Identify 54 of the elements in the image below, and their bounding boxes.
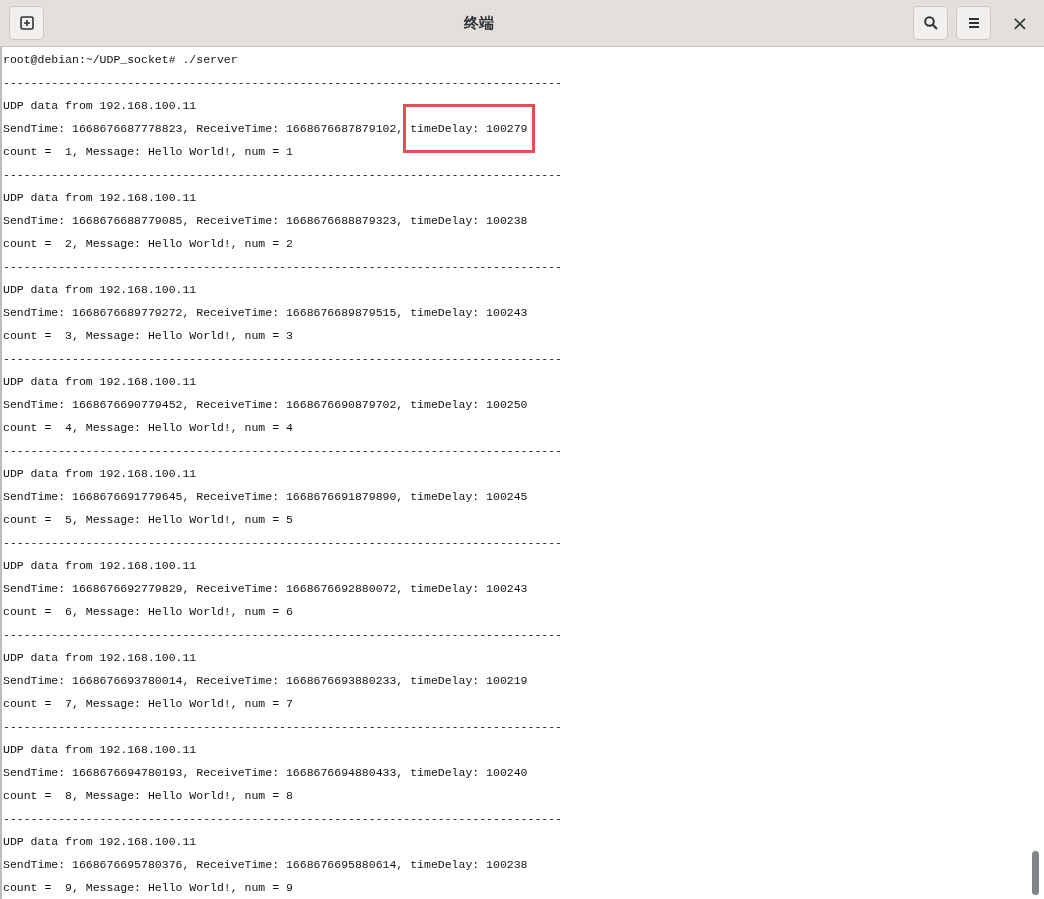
window-title: 终端 (462, 13, 495, 33)
separator-line: --------------------------------------------------------------------------------- (3, 811, 563, 827)
output-line: UDP data from 192.168.100.11 (3, 834, 198, 850)
output-line: timeDelay: 100243 (410, 582, 528, 595)
output-line: UDP data from 192.168.100.11 (3, 282, 198, 298)
output-line: SendTime: 1668676692779829, ReceiveTime: 1668676692880072, (3, 582, 405, 595)
output-line: timeDelay: 100240 (410, 766, 528, 779)
command-line: root@debian:~/UDP_socket# ./server (3, 52, 239, 68)
output-line: count = 6, Message: Hello World!, num = 6 (3, 604, 294, 620)
separator-line: --------------------------------------------------------------------------------- (3, 259, 563, 275)
output-line: SendTime: 1668676690779452, ReceiveTime: 1668676690879702, (3, 398, 405, 411)
separator-line: --------------------------------------------------------------------------------- (3, 75, 563, 91)
separator-line: --------------------------------------------------------------------------------- (3, 535, 563, 551)
scrollbar-thumb[interactable] (1032, 851, 1039, 895)
output-line: timeDelay: 100245 (410, 490, 528, 503)
output-line: UDP data from 192.168.100.11 (3, 742, 198, 758)
output-line: count = 9, Message: Hello World!, num = 9 (3, 880, 294, 896)
output-line: UDP data from 192.168.100.11 (3, 466, 198, 482)
output-line: UDP data from 192.168.100.11 (3, 98, 198, 114)
output-line: SendTime: 1668676694780193, ReceiveTime: 1668676694880433, (3, 766, 405, 779)
output-line: count = 8, Message: Hello World!, num = 8 (3, 788, 294, 804)
search-icon (922, 15, 939, 31)
output-line: timeDelay: 100250 (410, 398, 528, 411)
output-line: SendTime: 1668676687778823, ReceiveTime: 1668676687879102, (3, 122, 405, 135)
output-line: timeDelay: 100238 (410, 858, 528, 871)
plus-box-icon (18, 15, 35, 31)
output-line: SendTime: 1668676688779085, ReceiveTime: 1668676688879323, (3, 214, 405, 227)
output-line: count = 7, Message: Hello World!, num = 7 (3, 696, 294, 712)
output-line: SendTime: 1668676689779272, ReceiveTime: 1668676689879515, (3, 306, 405, 319)
separator-line: --------------------------------------------------------------------------------- (3, 167, 563, 183)
output-line: UDP data from 192.168.100.11 (3, 374, 198, 390)
output-line: UDP data from 192.168.100.11 (3, 650, 198, 666)
output-line: SendTime: 1668676695780376, ReceiveTime: 1668676695880614, (3, 858, 405, 871)
output-line: UDP data from 192.168.100.11 (3, 558, 198, 574)
output-line: SendTime: 1668676693780014, ReceiveTime: 1668676693880233, (3, 674, 405, 687)
output-line: count = 5, Message: Hello World!, num = 5 (3, 512, 294, 528)
output-line: count = 1, Message: Hello World!, num = 1 (3, 144, 294, 160)
output-line: timeDelay: 100238 (410, 214, 528, 227)
separator-line: --------------------------------------------------------------------------------- (3, 627, 563, 643)
menu-button[interactable] (956, 6, 991, 40)
output-line: timeDelay: 100243 (410, 306, 528, 319)
menu-icon (966, 16, 981, 30)
separator-line: --------------------------------------------------------------------------------- (3, 351, 563, 367)
output-line: SendTime: 1668676691779645, ReceiveTime: 1668676691879890, (3, 490, 405, 503)
output-line: count = 2, Message: Hello World!, num = 2 (3, 236, 294, 252)
search-button[interactable] (913, 6, 948, 40)
output-line: count = 3, Message: Hello World!, num = 3 (3, 328, 294, 344)
separator-line: --------------------------------------------------------------------------------- (3, 719, 563, 735)
output-line: count = 4, Message: Hello World!, num = 4 (3, 420, 294, 436)
new-tab-button[interactable] (9, 6, 44, 40)
separator-line: --------------------------------------------------------------------------------- (3, 443, 563, 459)
close-button[interactable]: × (1005, 8, 1035, 38)
output-line: timeDelay: 100219 (410, 674, 528, 687)
output-line: UDP data from 192.168.100.11 (3, 190, 198, 206)
